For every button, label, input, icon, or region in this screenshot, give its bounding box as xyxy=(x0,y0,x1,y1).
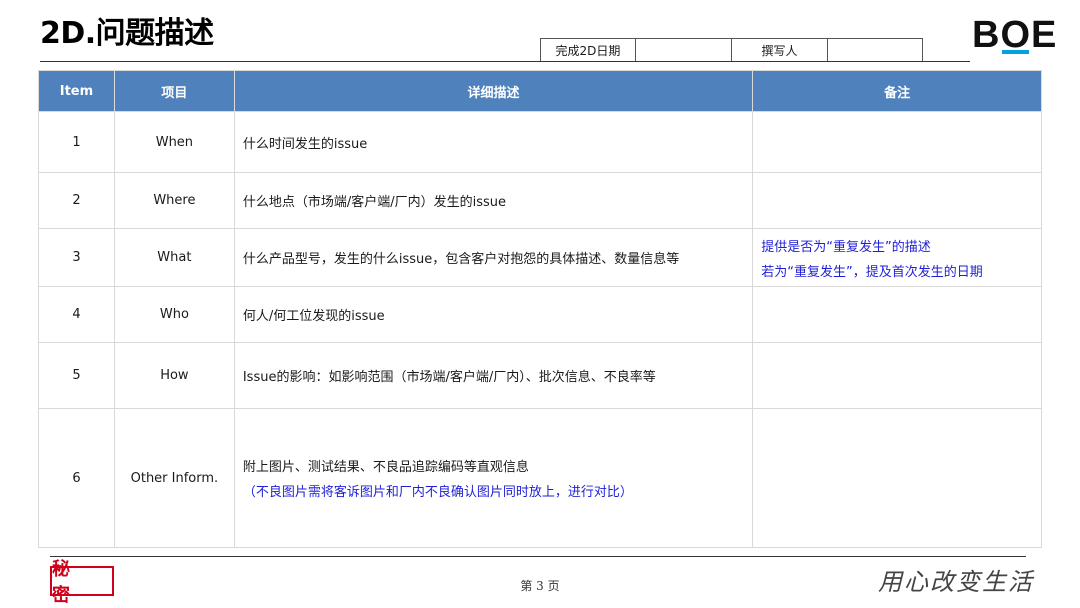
table-row: 2 Where 什么地点（市场端/客户端/厂内）发生的issue xyxy=(38,172,1042,229)
row-item: When xyxy=(113,111,235,173)
column-header-project: 项目 xyxy=(113,70,235,112)
row-remark xyxy=(752,342,1042,409)
row-item: How xyxy=(113,342,235,409)
logo-letter-e: E xyxy=(1031,14,1058,56)
date-value-field[interactable] xyxy=(635,38,731,62)
row-number: 3 xyxy=(38,228,115,287)
column-header-item: Item xyxy=(38,70,115,112)
row-item: Who xyxy=(113,286,235,343)
row-number: 4 xyxy=(38,286,115,343)
boe-logo: BO E xyxy=(972,14,1057,57)
logo-letter-b: B xyxy=(972,14,1001,56)
remark-line-2: 若为“重复发生”，提及首次发生的日期 xyxy=(761,264,983,280)
row-description: 什么产品型号，发生的什么issue，包含客户对抱怨的具体描述、数量信息等 xyxy=(233,228,754,287)
row-number: 1 xyxy=(38,111,115,173)
column-header-detail: 详细描述 xyxy=(233,70,754,112)
description-line-2: （不良图片需将客诉图片和厂内不良确认图片同时放上，进行对比） xyxy=(242,485,633,500)
row-remark: 提供是否为“重复发生”的描述 若为“重复发生”，提及首次发生的日期 xyxy=(752,228,1042,287)
row-remark xyxy=(752,111,1042,173)
header-divider xyxy=(40,61,970,62)
row-description: Issue的影响：如影响范围（市场端/客户端/厂内）、批次信息、不良率等 xyxy=(233,342,754,409)
row-remark xyxy=(752,408,1042,548)
table-row: 3 What 什么产品型号，发生的什么issue，包含客户对抱怨的具体描述、数量… xyxy=(38,228,1042,287)
table-row: 4 Who 何人/何工位发现的issue xyxy=(38,286,1042,343)
row-remark xyxy=(752,172,1042,229)
row-remark xyxy=(752,286,1042,343)
table-row: 1 When 什么时间发生的issue xyxy=(38,111,1042,173)
remark-line-1: 提供是否为“重复发生”的描述 xyxy=(761,239,931,255)
writer-label: 撰写人 xyxy=(731,38,827,62)
row-number: 5 xyxy=(38,342,115,409)
column-header-remark: 备注 xyxy=(752,70,1042,112)
row-item: Other Inform. xyxy=(113,408,235,548)
footer-divider xyxy=(50,556,1026,557)
row-description: 什么地点（市场端/客户端/厂内）发生的issue xyxy=(233,172,754,229)
row-number: 2 xyxy=(38,172,115,229)
logo-letter-o: O xyxy=(1000,14,1032,56)
table-header-row: Item 项目 详细描述 备注 xyxy=(38,70,1042,112)
description-line-1: 附上图片、测试结果、不良品追踪编码等直观信息 xyxy=(242,460,529,475)
row-number: 6 xyxy=(38,408,115,548)
logo-accent-bar xyxy=(1002,50,1030,54)
row-item: What xyxy=(113,228,235,287)
problem-description-table: Item 项目 详细描述 备注 1 When 什么时间发生的issue 2 Wh… xyxy=(38,70,1042,548)
slogan-signature: 用心改变生活 xyxy=(878,568,1034,596)
page-title: 2D.问题描述 xyxy=(40,16,214,51)
writer-value-field[interactable] xyxy=(827,38,923,62)
row-description: 什么时间发生的issue xyxy=(233,111,754,173)
info-box: 完成2D日期 撰写人 xyxy=(540,38,923,62)
row-description: 附上图片、测试结果、不良品追踪编码等直观信息 （不良图片需将客诉图片和厂内不良确… xyxy=(233,408,754,548)
date-label: 完成2D日期 xyxy=(540,38,635,62)
table-row: 5 How Issue的影响：如影响范围（市场端/客户端/厂内）、批次信息、不良… xyxy=(38,342,1042,409)
row-description: 何人/何工位发现的issue xyxy=(233,286,754,343)
table-row: 6 Other Inform. 附上图片、测试结果、不良品追踪编码等直观信息 （… xyxy=(38,408,1042,548)
row-item: Where xyxy=(113,172,235,229)
